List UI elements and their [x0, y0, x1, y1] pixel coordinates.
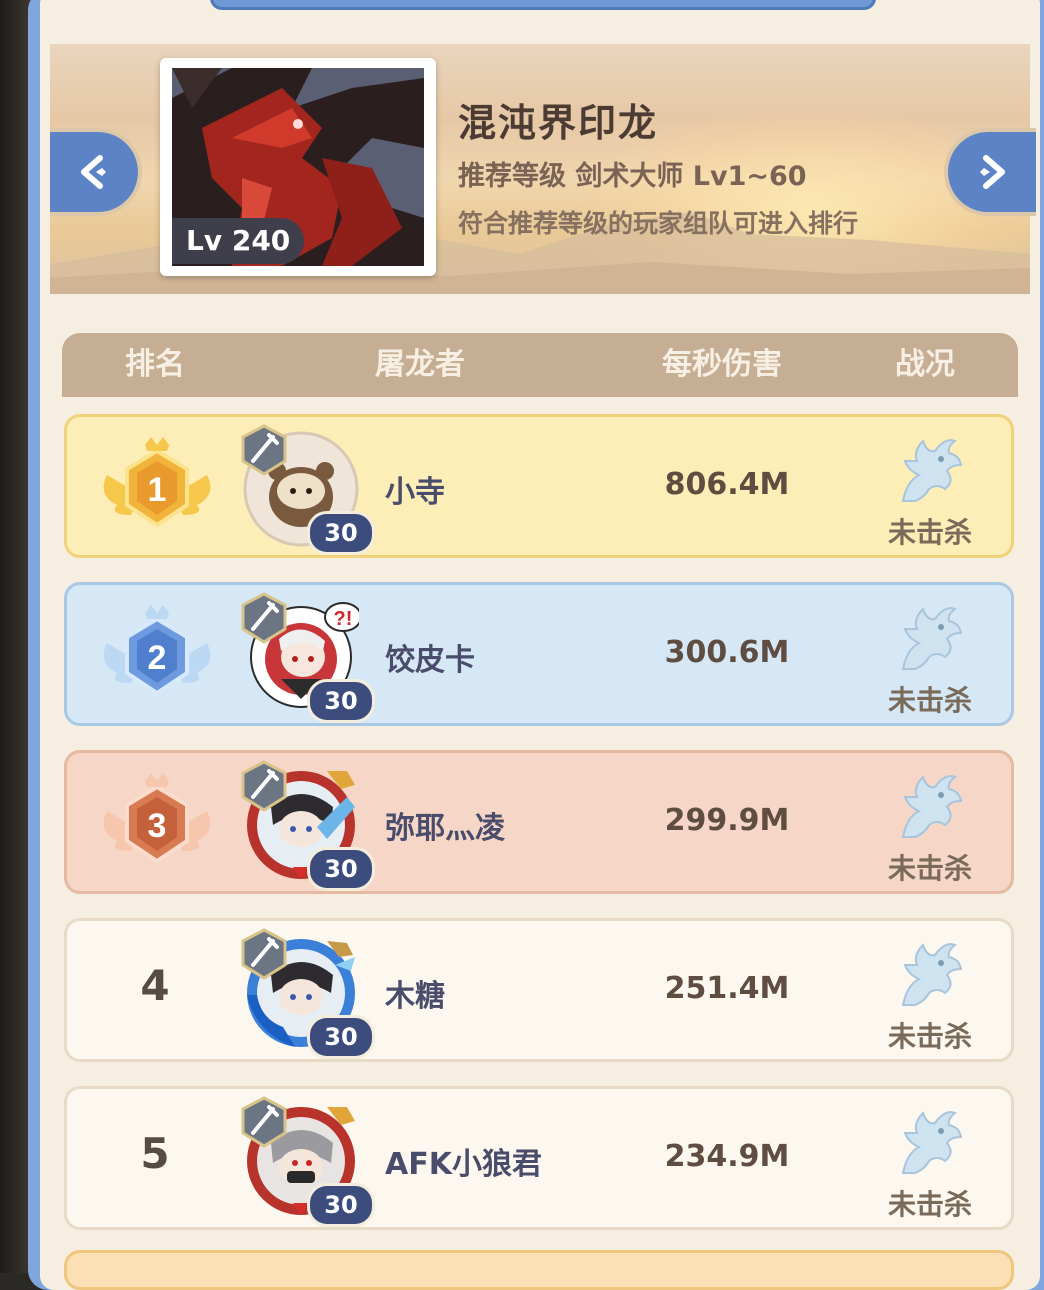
ranking-row[interactable]: 2 ?! 30 饺皮卡 300.6M 未击杀	[64, 582, 1014, 726]
player-name: 饺皮卡	[385, 643, 475, 678]
player-level-chip: 30	[307, 1015, 375, 1059]
top-tab-bar[interactable]	[210, 0, 876, 10]
avatar: 30	[241, 760, 375, 891]
player-level-chip: 30	[307, 1183, 375, 1227]
ranking-row-partial[interactable]	[64, 1250, 1014, 1290]
svg-text:?!: ?!	[334, 608, 353, 630]
header-status: 战况	[895, 347, 955, 382]
svg-text:2: 2	[148, 639, 167, 677]
svg-text:3: 3	[148, 807, 167, 845]
svg-text:1: 1	[148, 471, 167, 509]
header-dps: 每秒伤害	[662, 347, 782, 382]
player-dps: 300.6M	[664, 635, 790, 670]
dragon-head-icon	[901, 943, 963, 1006]
boss-level-badge: Lv 240	[172, 218, 305, 264]
player-dps: 299.9M	[664, 803, 790, 838]
kill-status: 未击杀	[887, 852, 972, 885]
sword-icon	[241, 928, 287, 980]
sword-icon	[241, 1096, 287, 1148]
player-name: 木糖	[385, 979, 445, 1014]
ranking-row[interactable]: 1 30 小寺 806.4M 未击杀	[64, 414, 1014, 558]
player-name: 小寺	[385, 475, 445, 510]
kill-status: 未击杀	[887, 1020, 972, 1053]
dragon-head-icon	[901, 1111, 963, 1174]
player-dps: 806.4M	[664, 467, 790, 502]
player-dps: 234.9M	[664, 1139, 790, 1174]
sword-icon	[241, 592, 287, 644]
boss-portrait-card: Lv 240	[160, 58, 436, 276]
player-level-chip: 30	[307, 511, 375, 555]
next-boss-button[interactable]	[944, 128, 1036, 216]
boss-name: 混沌界印龙	[458, 101, 659, 145]
avatar: 30	[241, 928, 375, 1059]
sword-icon	[241, 760, 287, 812]
chevron-left-icon	[81, 155, 106, 189]
kill-status: 未击杀	[887, 684, 972, 717]
silver-medal-icon: 2	[103, 605, 211, 696]
prev-boss-button[interactable]	[50, 128, 142, 216]
bronze-medal-icon: 3	[103, 773, 211, 864]
ranking-row[interactable]: 4 30 木糖 251.4M 未击杀	[64, 918, 1014, 1062]
header-slayer: 屠龙者	[375, 347, 465, 382]
avatar: 30	[241, 1096, 375, 1227]
avatar: 30	[241, 424, 375, 555]
player-dps: 251.4M	[664, 971, 790, 1006]
player-level-chip: 30	[307, 679, 375, 723]
chevron-right-icon	[980, 155, 1005, 189]
ranking-table-header: 排名 屠龙者 每秒伤害 战况	[62, 333, 1018, 397]
kill-status: 未击杀	[887, 516, 972, 549]
dragon-head-icon	[901, 439, 963, 502]
ranking-row[interactable]: 3 30 弥耶灬凌 299.9M 未击杀	[64, 750, 1014, 894]
dragon-head-icon	[901, 775, 963, 838]
dragon-head-icon	[901, 607, 963, 670]
gold-medal-icon: 1	[103, 437, 211, 528]
header-rank: 排名	[125, 347, 185, 382]
boss-note: 符合推荐等级的玩家组队可进入排行	[458, 209, 859, 238]
player-name: AFK小狼君	[385, 1147, 542, 1182]
rank-number: 5	[140, 1129, 170, 1178]
rank-number: 4	[140, 961, 170, 1010]
sword-icon	[241, 424, 287, 476]
player-level-chip: 30	[307, 847, 375, 891]
boss-recommendation: 推荐等级 剑术大师 Lv1~60	[458, 161, 807, 192]
kill-status: 未击杀	[887, 1188, 972, 1221]
player-name: 弥耶灬凌	[385, 811, 505, 846]
ranking-row[interactable]: 5 30 AFK小狼君 234.9M 未击杀	[64, 1086, 1014, 1230]
avatar: ?! 30	[241, 592, 375, 723]
background-edge	[0, 0, 30, 1273]
